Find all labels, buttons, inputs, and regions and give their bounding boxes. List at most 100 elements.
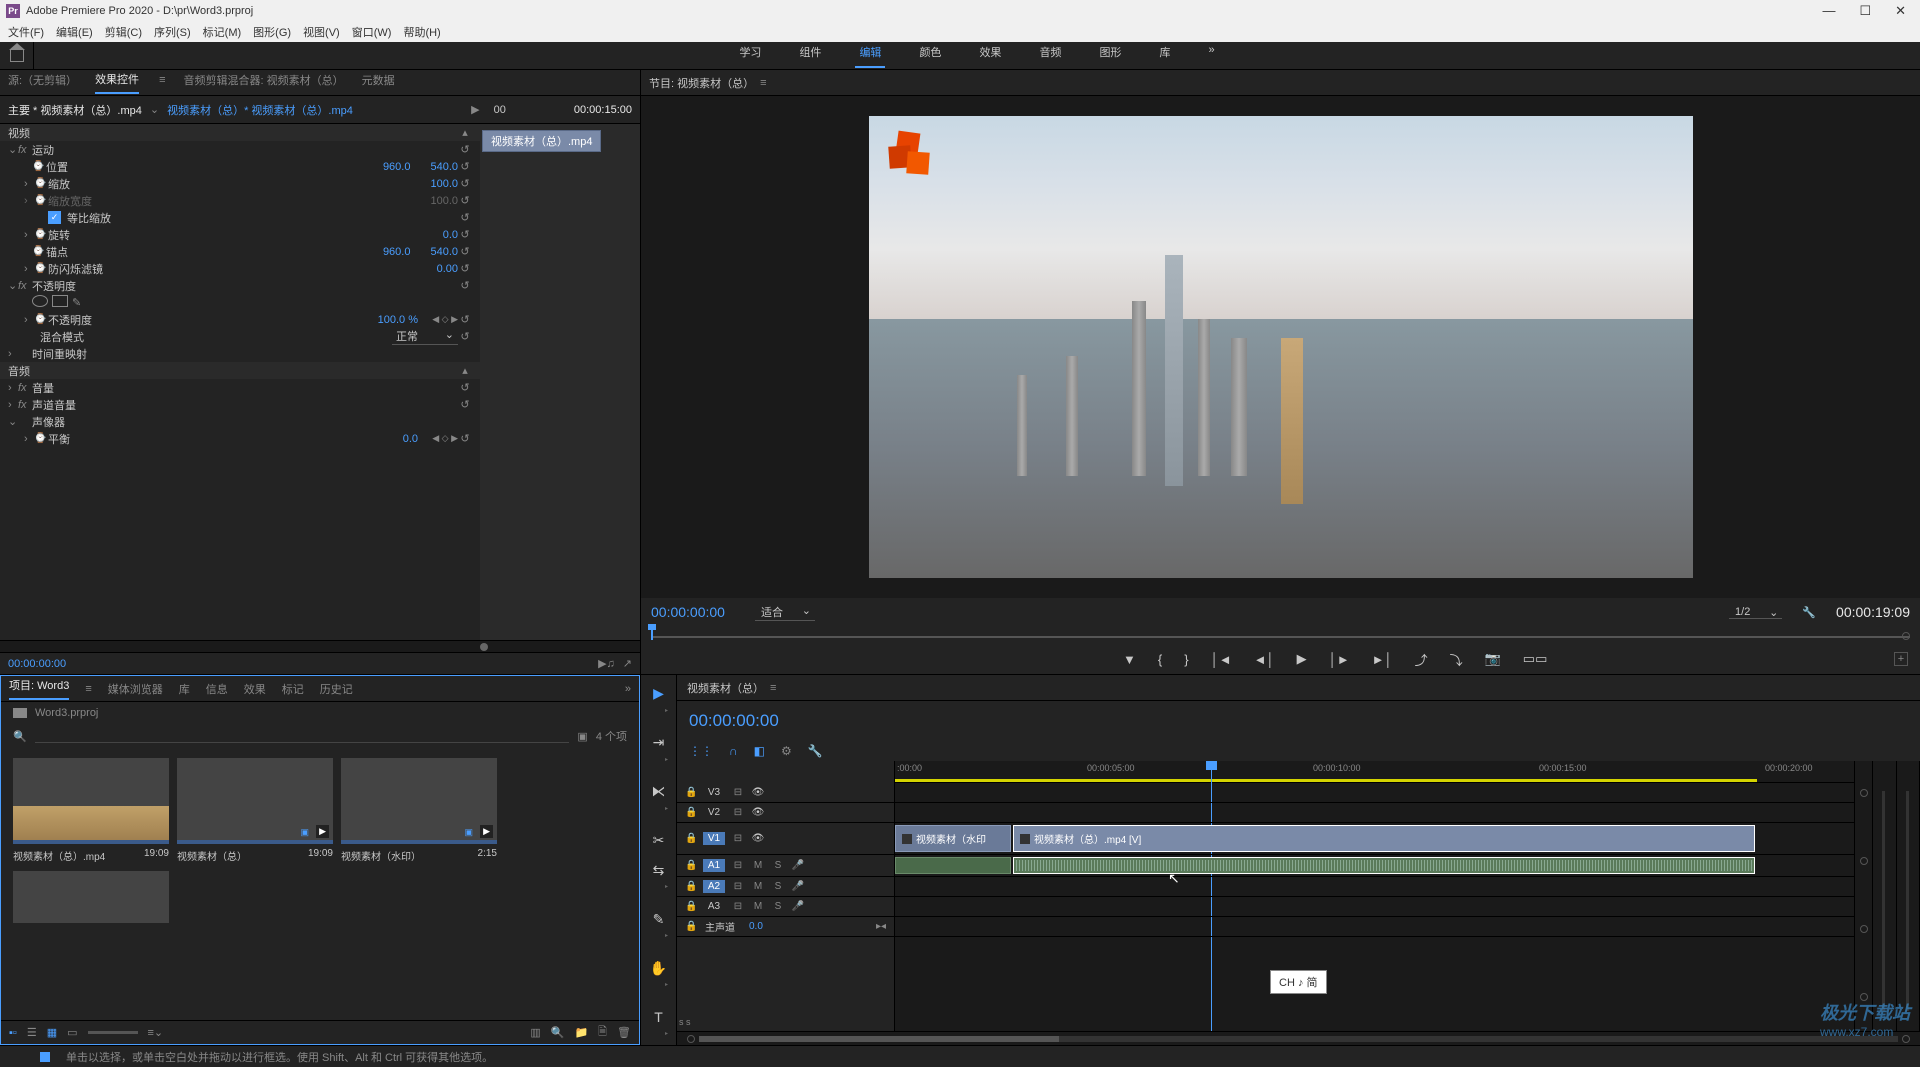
program-scrub-bar[interactable]: [651, 626, 1910, 644]
marker-toggle[interactable]: ◧: [754, 744, 765, 758]
tab-effects[interactable]: 效果: [244, 681, 266, 697]
workspace-overflow[interactable]: »: [1204, 44, 1218, 68]
lock-icon[interactable]: 🔒: [685, 833, 697, 844]
workspace-editing[interactable]: 编辑: [855, 44, 885, 68]
project-item-thumb[interactable]: ▣▶: [177, 758, 333, 844]
project-item[interactable]: ▣▶ 视频素材（总）.mp419:09: [13, 758, 169, 863]
keyframe-nav[interactable]: ◀ ◇ ▶: [418, 433, 458, 444]
stopwatch-icon[interactable]: ⌚: [34, 433, 48, 444]
lock-icon[interactable]: 🔒: [685, 881, 697, 892]
timeline-current-timecode[interactable]: 00:00:00:00: [689, 711, 779, 731]
tab-history[interactable]: 历史记: [320, 681, 353, 697]
vzoom-handle[interactable]: [1860, 857, 1868, 865]
pen-mask-icon[interactable]: ✎: [72, 296, 81, 309]
timeline-scrollbar[interactable]: [699, 1036, 1898, 1042]
stopwatch-icon[interactable]: ⌚: [32, 161, 46, 172]
write-toggle-icon[interactable]: ▪▫: [9, 1027, 17, 1039]
twirl-icon[interactable]: ›: [24, 263, 34, 275]
ec-balance-value[interactable]: 0.0: [403, 433, 418, 445]
sort-icon[interactable]: ≡⌄: [148, 1026, 164, 1039]
reset-icon[interactable]: ↺: [458, 211, 472, 224]
reset-icon[interactable]: ↺: [458, 194, 472, 207]
menu-graphics[interactable]: 图形(G): [249, 22, 295, 42]
hand-tool[interactable]: ✋: [649, 959, 669, 977]
sync-lock-icon[interactable]: ⊟: [731, 833, 745, 844]
home-button[interactable]: [0, 42, 34, 70]
ec-sequence-link[interactable]: 视频素材（总）* 视频素材（总）.mp4: [167, 102, 353, 118]
menu-markers[interactable]: 标记(M): [199, 22, 246, 42]
project-item[interactable]: [13, 871, 169, 923]
project-item-thumb[interactable]: ▣▶: [13, 758, 169, 844]
minimize-button[interactable]: —: [1822, 3, 1835, 19]
work-area-bar[interactable]: [895, 779, 1757, 782]
ec-opacity-value[interactable]: 100.0 %: [378, 314, 418, 326]
stopwatch-icon[interactable]: ⌚: [34, 178, 48, 189]
stopwatch-icon[interactable]: ⌚: [32, 246, 46, 257]
step-forward-button[interactable]: │►: [1329, 652, 1350, 667]
track-select-tool[interactable]: ⇥: [649, 734, 669, 752]
twirl-icon[interactable]: ›: [8, 382, 18, 394]
twirl-icon[interactable]: ›: [24, 433, 34, 445]
project-item-thumb[interactable]: ▣▶: [341, 758, 497, 844]
settings-wrench-icon[interactable]: 🔧: [1802, 606, 1816, 619]
ec-anchor-y[interactable]: 540.0: [430, 246, 458, 258]
stopwatch-active-icon[interactable]: ⌚: [34, 314, 48, 325]
solo-toggle[interactable]: S: [771, 901, 785, 912]
sync-lock-icon[interactable]: ⊟: [731, 901, 745, 912]
lock-icon[interactable]: 🔒: [685, 787, 697, 798]
uniform-scale-checkbox[interactable]: ✓: [48, 211, 61, 224]
extract-button[interactable]: ⤵: [1450, 650, 1463, 669]
ec-panner[interactable]: 声像器: [32, 414, 472, 430]
collapse-icon[interactable]: ▴: [458, 126, 472, 139]
reset-icon[interactable]: ↺: [458, 313, 472, 326]
go-to-in-button[interactable]: │◄: [1211, 652, 1232, 667]
auto-sequence-icon[interactable]: ▥: [530, 1026, 540, 1039]
menu-sequence[interactable]: 序列(S): [150, 22, 195, 42]
delete-button[interactable]: 🗑: [617, 1026, 631, 1039]
export-frame-button[interactable]: 📷: [1485, 651, 1501, 667]
effect-controls-timeline[interactable]: 视频素材（总）.mp4: [480, 124, 640, 640]
thumb-size-slider[interactable]: [88, 1031, 138, 1034]
track-v3[interactable]: V3: [703, 786, 725, 799]
mute-toggle[interactable]: M: [751, 901, 765, 912]
pen-tool[interactable]: ✎: [649, 910, 669, 928]
type-tool[interactable]: T: [649, 1008, 669, 1026]
timeline-audio-clip-selected[interactable]: [1013, 857, 1755, 874]
twirl-icon[interactable]: ›: [24, 178, 34, 190]
tab-audio-mixer[interactable]: 音频剪辑混合器: 视频素材（总）: [183, 72, 343, 93]
button-editor-button[interactable]: +: [1894, 652, 1908, 666]
tab-metadata[interactable]: 元数据: [362, 72, 395, 93]
timeline-audio-clip[interactable]: [895, 857, 1011, 874]
rect-mask-icon[interactable]: [52, 295, 68, 307]
panel-menu-icon[interactable]: ≡: [770, 682, 776, 694]
go-to-out-button[interactable]: ►│: [1372, 652, 1393, 667]
lock-icon[interactable]: 🔒: [685, 921, 697, 932]
ec-export-icon[interactable]: ↗: [623, 658, 632, 670]
new-item-button[interactable]: 🗎: [598, 1023, 607, 1042]
ec-rotation-value[interactable]: 0.0: [443, 229, 458, 241]
sync-lock-icon[interactable]: ⊟: [731, 787, 745, 798]
mute-toggle[interactable]: M: [751, 881, 765, 892]
menu-edit[interactable]: 编辑(E): [52, 22, 97, 42]
tab-effect-controls[interactable]: 效果控件: [95, 71, 139, 94]
track-a3[interactable]: A3: [703, 900, 725, 913]
tabs-overflow-icon[interactable]: »: [625, 683, 631, 695]
ellipse-mask-icon[interactable]: [32, 295, 48, 307]
tab-source[interactable]: 源:（无剪辑）: [8, 72, 77, 93]
menu-window[interactable]: 窗口(W): [348, 22, 396, 42]
panel-menu-icon[interactable]: ≡: [85, 683, 91, 695]
mark-out-button[interactable]: }: [1184, 652, 1188, 667]
keyframe-nav[interactable]: ◀ ◇ ▶: [418, 314, 458, 325]
find-icon[interactable]: 🔍: [551, 1026, 565, 1039]
reset-icon[interactable]: ↺: [458, 432, 472, 445]
zoom-out-handle[interactable]: [687, 1035, 695, 1043]
mark-in-button[interactable]: {: [1158, 652, 1162, 667]
workspace-effects[interactable]: 效果: [975, 44, 1005, 68]
project-item[interactable]: ▣▶ 视频素材（总）19:09: [177, 758, 333, 863]
ec-position-y[interactable]: 540.0: [430, 161, 458, 173]
timeline-clip[interactable]: 视频素材（水印: [895, 825, 1011, 852]
twirl-icon[interactable]: ⌄: [8, 415, 18, 428]
master-value[interactable]: 0.0: [749, 921, 763, 932]
timeline-sequence-name[interactable]: 视频素材（总）: [687, 680, 764, 696]
resolution-dropdown[interactable]: 1/2: [1729, 606, 1782, 619]
